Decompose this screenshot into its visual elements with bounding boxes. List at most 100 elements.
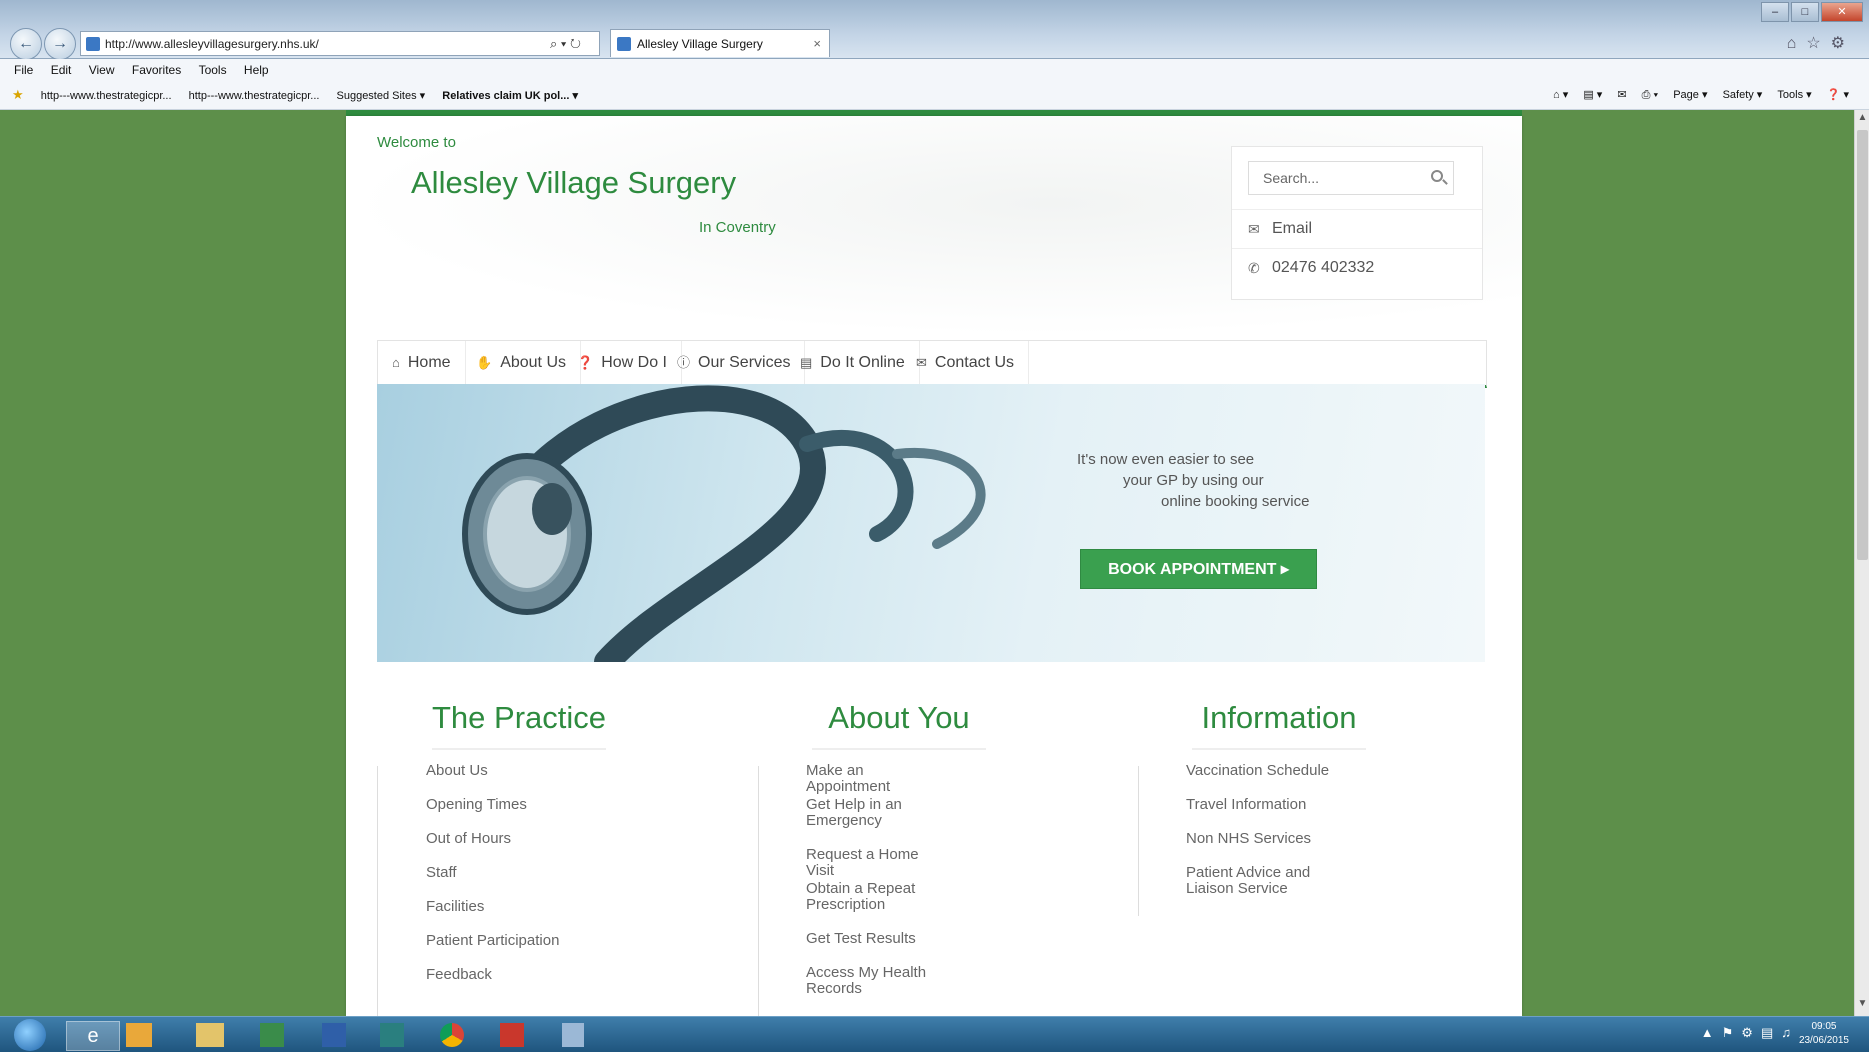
banner-copy: It's now even easier to see your GP by u… xyxy=(1077,449,1309,512)
phone-number: 02476 402332 xyxy=(1272,259,1375,276)
link-facilities[interactable]: Facilities xyxy=(426,899,559,933)
link-get-help-emergency[interactable]: Get Help in an Emergency xyxy=(806,797,946,847)
menu-help[interactable]: Help xyxy=(244,63,269,77)
link-opening-times[interactable]: Opening Times xyxy=(426,797,559,831)
menu-bar: File Edit View Favorites Tools Help xyxy=(0,59,1869,81)
information-links: Vaccination Schedule Travel Information … xyxy=(1186,763,1336,915)
menu-tools[interactable]: Tools xyxy=(199,63,227,77)
link-obtain-repeat-prescription[interactable]: Obtain a Repeat Prescription xyxy=(806,881,946,931)
favorite-link-1[interactable]: http---www.thestrategicpr... xyxy=(41,90,172,102)
book-appointment-button[interactable]: BOOK APPOINTMENT ▸ xyxy=(1080,549,1317,589)
nav-do-it-online[interactable]: ▤ Do It Online xyxy=(786,341,920,385)
site-title[interactable]: Allesley Village Surgery xyxy=(411,165,736,201)
site-container: Welcome to Allesley Village Surgery In C… xyxy=(346,116,1522,1016)
page-viewport: Welcome to Allesley Village Surgery In C… xyxy=(8,110,1854,1016)
nav-home[interactable]: ⌂ Home xyxy=(378,341,466,385)
column-divider xyxy=(1138,766,1139,916)
column-title-about-you: About You xyxy=(828,700,970,735)
favorite-link-news[interactable]: Relatives claim UK pol... ▾ xyxy=(442,90,578,102)
link-about-us[interactable]: About Us xyxy=(426,763,559,797)
nav-our-services-label: Our Services xyxy=(698,354,791,371)
link-non-nhs-services[interactable]: Non NHS Services xyxy=(1186,831,1336,865)
pdf-taskbar-icon[interactable] xyxy=(500,1023,524,1047)
scroll-down-icon[interactable]: ▼ xyxy=(1855,998,1869,1014)
start-button[interactable] xyxy=(14,1019,46,1051)
publisher-taskbar-icon[interactable] xyxy=(380,1023,404,1047)
tab-close-icon[interactable]: × xyxy=(813,30,821,58)
nav-contact-us-label: Contact Us xyxy=(934,354,1015,371)
settings-gear-icon[interactable]: ⚙ xyxy=(1831,35,1855,52)
address-bar[interactable]: http://www.allesleyvillagesurgery.nhs.uk… xyxy=(80,31,600,56)
minimize-button[interactable]: – xyxy=(1761,2,1789,22)
excel-taskbar-icon[interactable] xyxy=(260,1023,284,1047)
menu-view[interactable]: View xyxy=(89,63,115,77)
nav-our-services[interactable]: ⓘ Our Services xyxy=(663,341,806,385)
welcome-text: Welcome to xyxy=(377,134,456,151)
home-icon: ⌂ xyxy=(392,355,400,370)
forward-button[interactable]: → xyxy=(44,28,76,60)
favorites-star-icon[interactable]: ☆ xyxy=(1806,35,1830,52)
stethoscope-illustration xyxy=(462,385,986,662)
about-you-links: Make an Appointment Get Help in an Emerg… xyxy=(806,763,946,999)
scroll-up-icon[interactable]: ▲ xyxy=(1855,112,1869,128)
link-pals[interactable]: Patient Advice and Liaison Service xyxy=(1186,865,1336,915)
email-link[interactable]: ✉ Email xyxy=(1232,209,1482,248)
link-staff[interactable]: Staff xyxy=(426,865,559,899)
favorite-link-2[interactable]: http---www.thestrategicpr... xyxy=(189,90,320,102)
link-feedback[interactable]: Feedback xyxy=(426,967,559,1001)
column-title-information: Information xyxy=(1201,700,1357,735)
tools-menu[interactable]: Tools ▾ xyxy=(1777,89,1811,101)
scroll-thumb[interactable] xyxy=(1857,130,1868,560)
monitor-icon: ▤ xyxy=(800,355,813,370)
link-make-appointment[interactable]: Make an Appointment xyxy=(806,763,946,797)
ie-taskbar-icon[interactable]: e xyxy=(66,1021,120,1051)
clock[interactable]: 09:05 23/06/2015 xyxy=(1799,1020,1849,1048)
suggested-sites-link[interactable]: Suggested Sites ▾ xyxy=(337,90,426,102)
practice-links: About Us Opening Times Out of Hours Staf… xyxy=(426,763,559,1001)
window-controls: – □ ✕ xyxy=(1759,2,1863,22)
menu-edit[interactable]: Edit xyxy=(51,63,72,77)
help-icon[interactable]: ❓ ▾ xyxy=(1827,89,1849,101)
safety-menu[interactable]: Safety ▾ xyxy=(1723,89,1763,101)
vertical-scrollbar[interactable]: ▲ ▼ xyxy=(1854,110,1869,1016)
home-cmd-icon[interactable]: ⌂ ▾ xyxy=(1553,89,1568,101)
search-input[interactable]: Search... xyxy=(1248,161,1454,195)
link-get-test-results[interactable]: Get Test Results xyxy=(806,931,946,965)
feeds-icon[interactable]: ▤ ▾ xyxy=(1583,89,1602,101)
thumbs-up-icon: ✋ xyxy=(476,355,493,370)
favorites-star-icon[interactable]: ★ xyxy=(12,87,24,102)
app-taskbar-icon[interactable] xyxy=(562,1023,584,1047)
explorer-taskbar-icon[interactable] xyxy=(196,1023,224,1047)
page-menu[interactable]: Page ▾ xyxy=(1673,89,1707,101)
search-placeholder: Search... xyxy=(1263,170,1320,186)
print-icon[interactable]: ⎙ ▾ xyxy=(1642,89,1658,101)
phone-icon: ✆ xyxy=(1248,260,1260,276)
browser-titlebar: – □ ✕ ← → http://www.allesleyvillagesurger… xyxy=(0,0,1869,60)
outlook-taskbar-icon[interactable] xyxy=(126,1023,152,1047)
clock-time: 09:05 xyxy=(1811,1021,1837,1032)
menu-file[interactable]: File xyxy=(14,63,33,77)
link-patient-participation[interactable]: Patient Participation xyxy=(426,933,559,967)
link-travel-information[interactable]: Travel Information xyxy=(1186,797,1336,831)
search-icon[interactable] xyxy=(1431,170,1443,182)
nav-contact-us[interactable]: ✉ Contact Us xyxy=(902,341,1030,385)
mail-icon[interactable]: ✉ xyxy=(1617,89,1626,101)
info-icon: ⓘ xyxy=(677,355,691,370)
column-underline xyxy=(432,748,606,750)
envelope-icon: ✉ xyxy=(916,355,927,370)
close-window-button[interactable]: ✕ xyxy=(1821,2,1863,22)
link-vaccination-schedule[interactable]: Vaccination Schedule xyxy=(1186,763,1336,797)
banner-line-3: online booking service xyxy=(1161,493,1310,510)
address-tools[interactable]: ⌕ ▾ ↻ xyxy=(550,31,581,56)
link-request-home-visit[interactable]: Request a Home Visit xyxy=(806,847,946,881)
home-toolbar-icon[interactable]: ⌂ xyxy=(1787,35,1807,52)
link-access-health-records[interactable]: Access My Health Records xyxy=(806,965,946,999)
link-out-of-hours[interactable]: Out of Hours xyxy=(426,831,559,865)
chrome-taskbar-icon[interactable] xyxy=(440,1023,464,1047)
back-button[interactable]: ← xyxy=(10,28,42,60)
nav-about-us-label: About Us xyxy=(500,354,566,371)
maximize-button[interactable]: □ xyxy=(1791,2,1819,22)
menu-favorites[interactable]: Favorites xyxy=(132,63,181,77)
browser-tab[interactable]: Allesley Village Surgery × xyxy=(610,29,830,57)
word-taskbar-icon[interactable] xyxy=(322,1023,346,1047)
